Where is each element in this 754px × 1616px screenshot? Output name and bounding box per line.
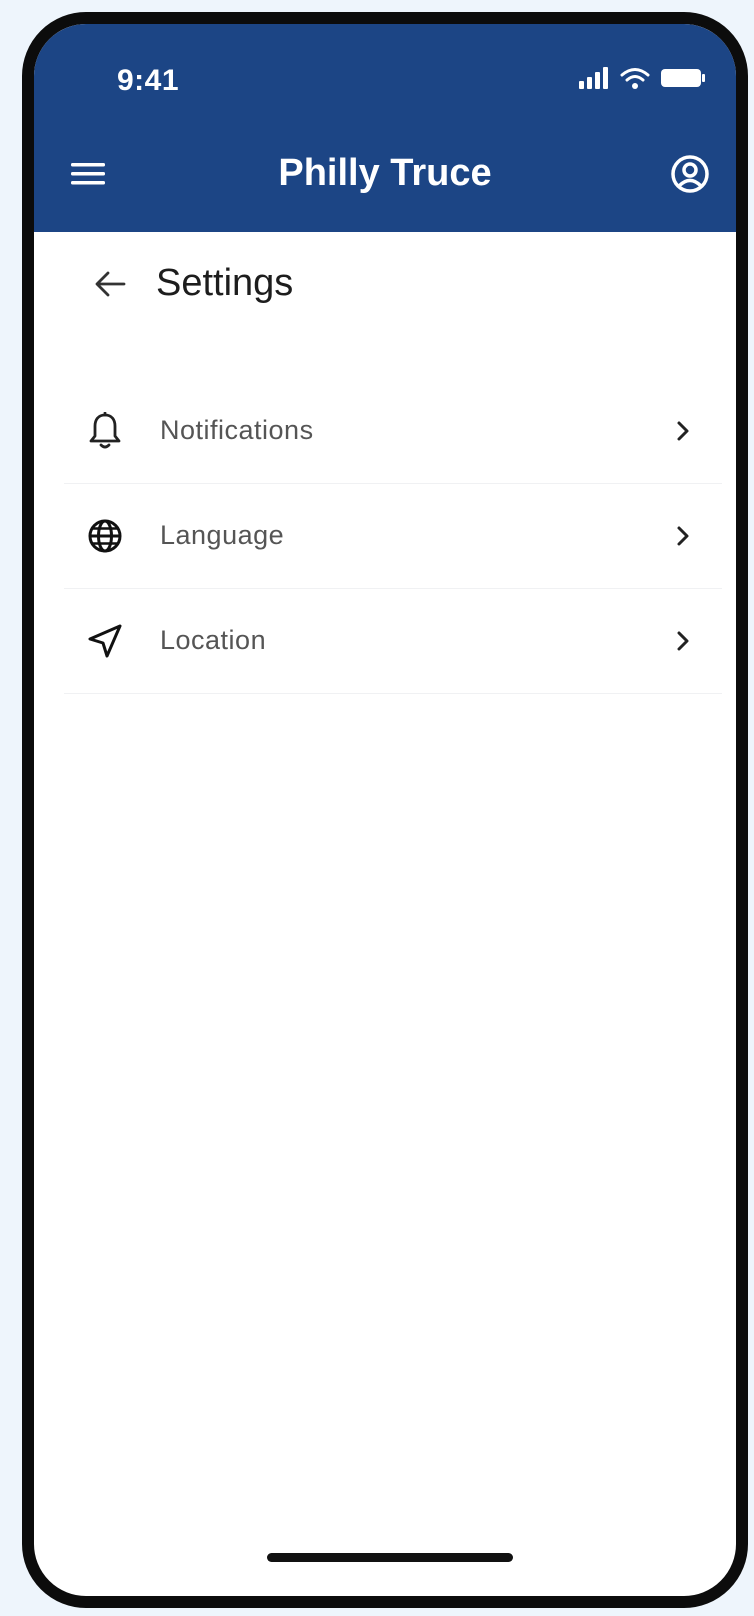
app-title: Philly Truce bbox=[278, 152, 492, 194]
status-icons bbox=[578, 64, 706, 96]
page-header: Settings bbox=[34, 246, 736, 326]
settings-item-notifications[interactable]: Notifications bbox=[64, 379, 722, 484]
chevron-right-icon bbox=[668, 626, 698, 656]
globe-icon bbox=[84, 515, 126, 557]
status-time: 9:41 bbox=[117, 64, 180, 97]
home-indicator[interactable] bbox=[267, 1553, 513, 1562]
back-button[interactable] bbox=[88, 264, 132, 308]
wifi-icon bbox=[620, 67, 650, 94]
settings-item-label: Location bbox=[160, 625, 267, 655]
settings-item-label: Notifications bbox=[160, 415, 314, 445]
profile-button[interactable] bbox=[664, 150, 716, 202]
bell-icon bbox=[84, 410, 126, 452]
chevron-right-icon bbox=[668, 521, 698, 551]
settings-item-language[interactable]: Language bbox=[64, 484, 722, 589]
arrow-left-icon bbox=[94, 270, 126, 303]
settings-item-location[interactable]: Location bbox=[64, 589, 722, 694]
app-header: 9:41 Philly Truce bbox=[34, 24, 736, 232]
phone-frame: 9:41 Philly Truce Settings Notifications… bbox=[22, 12, 748, 1608]
cellular-signal-icon bbox=[578, 66, 610, 94]
settings-list: Notifications Language Location bbox=[64, 379, 722, 694]
account-circle-icon bbox=[670, 154, 710, 199]
page-title: Settings bbox=[156, 262, 294, 304]
chevron-right-icon bbox=[668, 416, 698, 446]
navigation-arrow-icon bbox=[84, 620, 126, 662]
settings-item-label: Language bbox=[160, 520, 285, 550]
battery-icon bbox=[660, 67, 706, 94]
